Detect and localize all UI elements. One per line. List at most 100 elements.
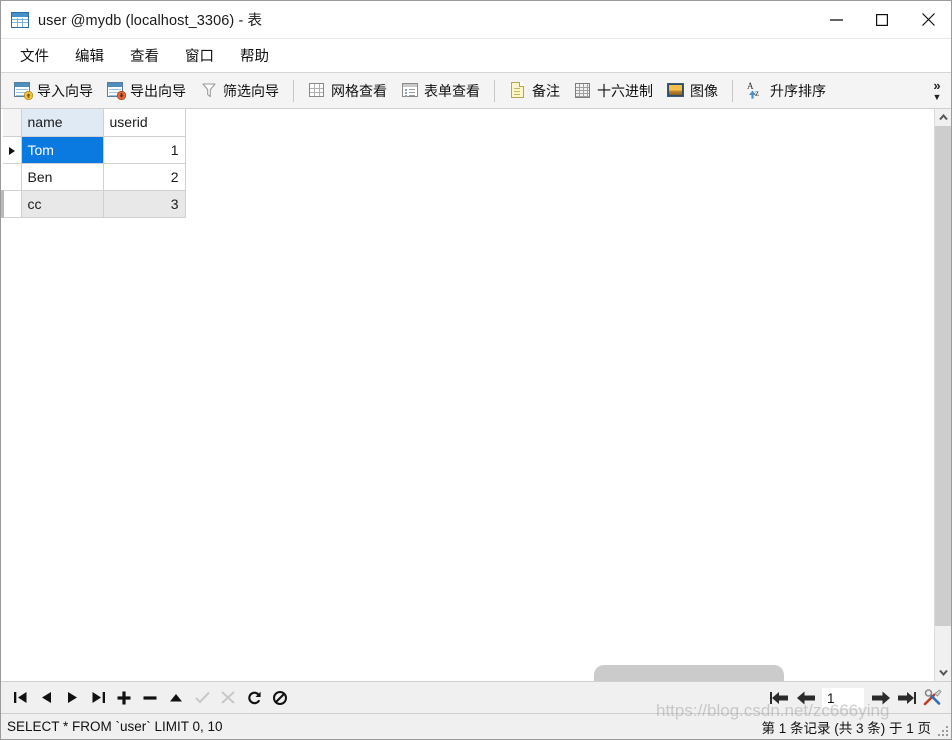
import-wizard-icon <box>14 82 33 100</box>
tools-button[interactable] <box>919 685 945 711</box>
form-view-icon <box>401 82 419 99</box>
previous-record-button[interactable] <box>33 685 59 711</box>
export-wizard-label: 导出向导 <box>130 82 186 99</box>
import-wizard-label: 导入向导 <box>37 82 93 99</box>
column-header-userid[interactable]: userid <box>103 109 186 137</box>
image-button[interactable]: 图像 <box>660 77 725 105</box>
toolbar-separator-3 <box>732 79 733 102</box>
export-wizard-button[interactable]: 导出向导 <box>100 77 193 105</box>
table-row[interactable]: Ben 2 <box>2 163 186 191</box>
refresh-button[interactable] <box>241 685 267 711</box>
memo-label: 备注 <box>532 82 560 99</box>
grid-body: Tom 1 Ben 2 cc 3 <box>1 136 186 218</box>
next-page-icon <box>871 691 890 704</box>
table-row[interactable]: cc 3 <box>1 190 186 218</box>
image-label: 图像 <box>690 82 718 99</box>
toolbar-overflow-button[interactable]: » ▼ <box>927 73 947 109</box>
form-view-label: 表单查看 <box>424 82 480 99</box>
maximize-button[interactable] <box>859 1 905 38</box>
record-navigation-toolbar: 1 <box>1 681 951 713</box>
menu-item-view[interactable]: 查看 <box>117 41 172 70</box>
data-grid: name userid Tom 1 Ben 2 cc 3 <box>1 109 186 218</box>
delete-record-icon <box>143 695 157 700</box>
row-indicator[interactable] <box>2 163 22 191</box>
refresh-icon <box>247 691 261 704</box>
ime-indicator-overlay: ABC <box>594 665 784 681</box>
last-page-button[interactable] <box>893 685 919 711</box>
scrollbar-thumb[interactable] <box>935 126 951 626</box>
vertical-scrollbar[interactable] <box>934 109 951 681</box>
first-record-button[interactable] <box>7 685 33 711</box>
grid-view-button[interactable]: 网格查看 <box>301 77 394 105</box>
stop-button[interactable] <box>267 685 293 711</box>
sort-ascending-icon: A z <box>747 81 759 99</box>
row-indicator-current[interactable] <box>2 136 22 164</box>
first-page-button[interactable] <box>767 685 793 711</box>
filter-wizard-icon <box>200 82 218 99</box>
resize-grip[interactable] <box>936 724 948 736</box>
add-record-button[interactable] <box>111 685 137 711</box>
next-record-button[interactable] <box>59 685 85 711</box>
grid-area: name userid Tom 1 Ben 2 cc 3 <box>1 109 951 681</box>
row-indicator[interactable] <box>1 190 22 218</box>
menu-item-help[interactable]: 帮助 <box>227 41 282 70</box>
row-indicator-header <box>2 109 22 137</box>
cell-userid[interactable]: 3 <box>103 190 186 218</box>
grid-view-label: 网格查看 <box>331 82 387 99</box>
toolbar-overflow-chevron: » <box>933 78 941 93</box>
window-title: user @mydb (localhost_3306) - 表 <box>38 13 263 29</box>
scroll-up-button[interactable] <box>935 109 951 126</box>
close-button[interactable] <box>905 1 951 38</box>
toolbar-separator-1 <box>293 79 294 102</box>
sort-ascending-label: 升序排序 <box>770 82 826 99</box>
next-page-button[interactable] <box>867 685 893 711</box>
chevron-down-icon: ▼ <box>932 92 942 102</box>
image-icon <box>667 82 685 99</box>
last-page-icon <box>898 691 916 704</box>
filter-wizard-button[interactable]: 筛选向导 <box>193 77 286 105</box>
add-record-icon <box>117 691 131 704</box>
cell-name[interactable]: Ben <box>21 163 104 191</box>
form-view-button[interactable]: 表单查看 <box>394 77 487 105</box>
last-record-button[interactable] <box>85 685 111 711</box>
scroll-down-button[interactable] <box>935 664 951 681</box>
apply-up-icon <box>170 693 182 701</box>
grid-header-row: name userid <box>2 109 186 137</box>
title-bar: user @mydb (localhost_3306) - 表 <box>1 1 951 39</box>
menu-item-window[interactable]: 窗口 <box>172 41 227 70</box>
minimize-button[interactable] <box>813 1 859 38</box>
last-record-icon <box>92 692 105 703</box>
cell-name[interactable]: Tom <box>21 136 104 164</box>
menu-item-file[interactable]: 文件 <box>7 41 62 70</box>
memo-button[interactable]: 备注 <box>502 77 567 105</box>
cancel-button[interactable] <box>215 685 241 711</box>
cancel-cross-icon <box>221 691 235 704</box>
confirm-button[interactable] <box>189 685 215 711</box>
column-header-name[interactable]: name <box>21 109 104 137</box>
apply-record-button[interactable] <box>163 685 189 711</box>
import-wizard-button[interactable]: 导入向导 <box>7 77 100 105</box>
menu-item-edit[interactable]: 编辑 <box>62 41 117 70</box>
table-row[interactable]: Tom 1 <box>2 136 186 164</box>
filter-wizard-label: 筛选向导 <box>223 82 279 99</box>
export-wizard-icon <box>107 82 126 100</box>
first-record-icon <box>13 692 26 703</box>
scrollbar-track[interactable] <box>935 126 951 664</box>
grid-header: name userid <box>2 109 186 137</box>
hex-button[interactable]: 十六进制 <box>567 77 660 105</box>
page-number-input[interactable]: 1 <box>822 687 864 708</box>
delete-record-button[interactable] <box>137 685 163 711</box>
cell-userid[interactable]: 1 <box>103 136 186 164</box>
previous-page-icon <box>796 691 815 704</box>
cell-name[interactable]: cc <box>21 190 104 218</box>
cell-userid[interactable]: 2 <box>103 163 186 191</box>
data-grid-container[interactable]: name userid Tom 1 Ben 2 cc 3 <box>1 109 934 681</box>
sort-ascending-button[interactable]: A z 升序排序 <box>740 77 833 105</box>
chevron-up-icon <box>938 114 948 121</box>
next-record-icon <box>67 692 77 703</box>
memo-icon <box>509 82 527 99</box>
first-page-icon <box>770 691 788 704</box>
current-row-caret-icon <box>8 146 15 155</box>
hex-icon <box>574 82 592 99</box>
previous-page-button[interactable] <box>793 685 819 711</box>
